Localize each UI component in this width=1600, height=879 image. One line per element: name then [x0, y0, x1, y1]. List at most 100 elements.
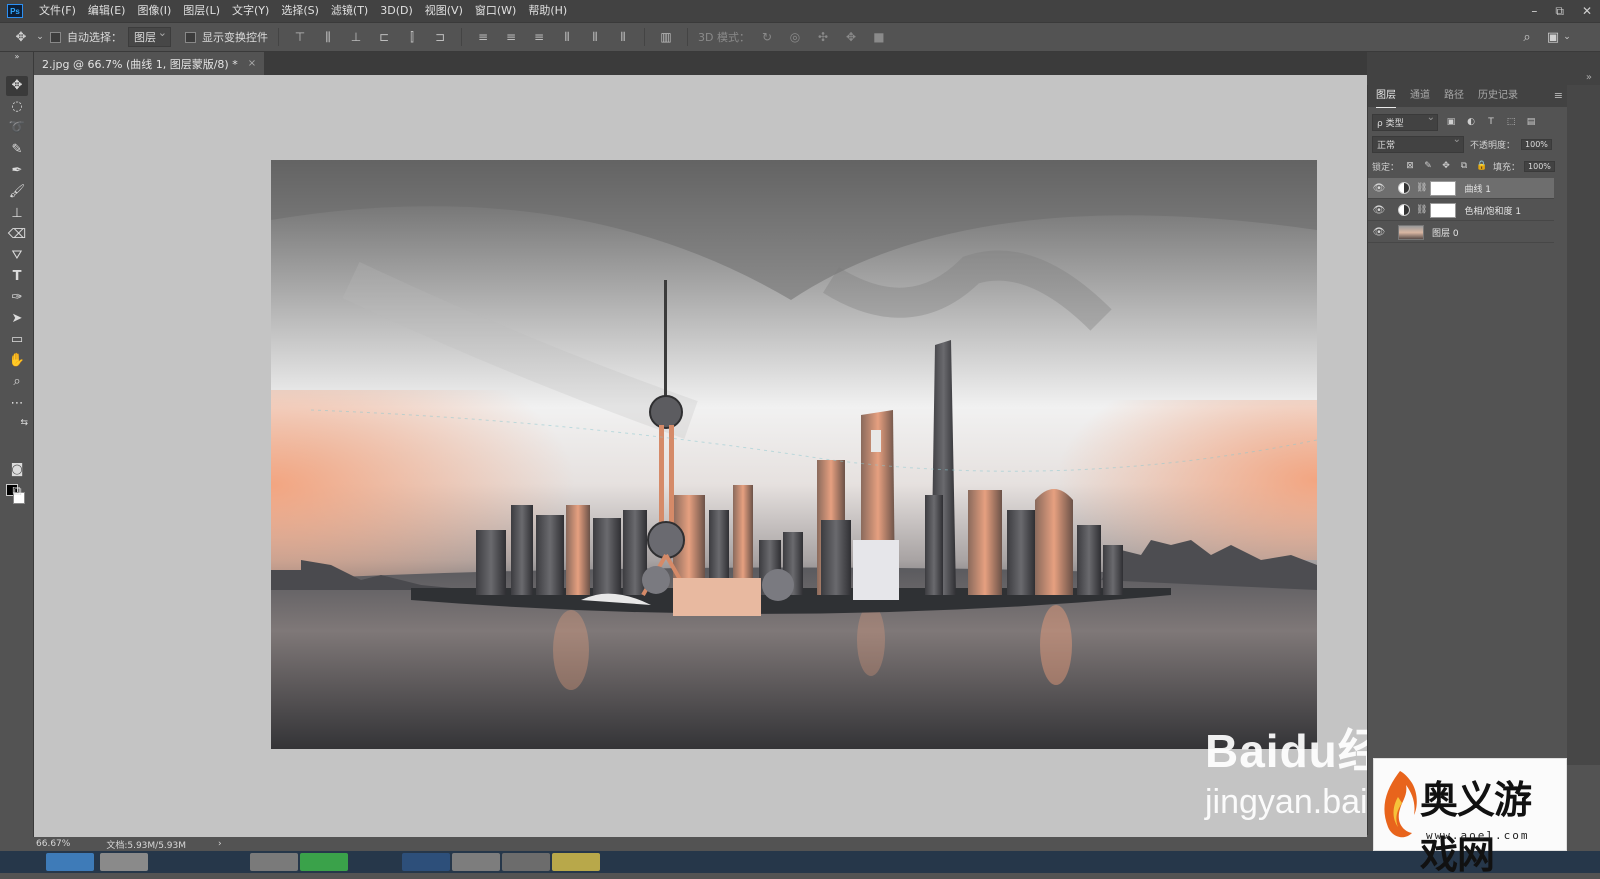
taskbar-item[interactable]: [402, 853, 450, 871]
taskbar-item[interactable]: [250, 853, 298, 871]
layer-name[interactable]: 色相/饱和度 1: [1464, 204, 1521, 217]
lock-all-icon[interactable]: 🔒: [1475, 161, 1489, 171]
menu-3d[interactable]: 3D(D): [374, 0, 419, 22]
minimize-button[interactable]: –: [1531, 4, 1537, 18]
filter-shape-icon[interactable]: ⬚: [1504, 117, 1518, 127]
tab-layers[interactable]: 图层: [1376, 85, 1396, 108]
hand-tool-icon[interactable]: ✋: [6, 351, 28, 371]
marquee-tool-icon[interactable]: ◌: [6, 97, 28, 117]
menu-filter[interactable]: 滤镜(T): [325, 0, 374, 22]
lock-transparency-icon[interactable]: ⊠: [1403, 161, 1417, 171]
status-menu-arrow-icon[interactable]: ›: [218, 839, 222, 849]
document-tab[interactable]: 2.jpg @ 66.7% (曲线 1, 图层蒙版/8) * ×: [34, 52, 265, 75]
layer-row-hue-saturation[interactable]: 👁 ⛓ 色相/饱和度 1: [1368, 200, 1554, 221]
lock-position-icon[interactable]: ✥: [1439, 161, 1453, 171]
eyedropper-tool-icon[interactable]: ✒: [6, 161, 28, 181]
menu-layer[interactable]: 图层(L): [177, 0, 226, 22]
mask-link-icon[interactable]: ⛓: [1416, 183, 1427, 193]
taskbar-item[interactable]: [100, 853, 148, 871]
align-vcenter-icon[interactable]: ⫼: [317, 30, 339, 45]
zoom-level[interactable]: 66.67%: [36, 839, 70, 849]
tab-history[interactable]: 历史记录: [1478, 85, 1518, 107]
brush-tool-icon[interactable]: 🖌: [6, 182, 28, 202]
layer-kind-filter[interactable]: ρ 类型: [1372, 112, 1438, 131]
lock-pixels-icon[interactable]: ✎: [1421, 161, 1435, 171]
panel-menu-icon[interactable]: ≡: [1554, 89, 1563, 102]
taskbar-item[interactable]: [502, 853, 550, 871]
canvas-area[interactable]: [34, 75, 1367, 837]
filter-adjustment-icon[interactable]: ◐: [1464, 117, 1478, 127]
stamp-tool-icon[interactable]: ⊥: [6, 204, 28, 224]
drag-3d-icon[interactable]: ✣: [812, 30, 834, 44]
more-tools-icon[interactable]: ⋯: [6, 394, 28, 414]
tab-paths[interactable]: 路径: [1444, 85, 1464, 107]
taskbar-item[interactable]: [46, 853, 94, 871]
eraser-tool-icon[interactable]: ⌫: [6, 225, 28, 245]
layer-mask-thumbnail[interactable]: [1430, 202, 1457, 218]
menu-help[interactable]: 帮助(H): [522, 0, 573, 22]
blend-mode-dropdown[interactable]: 正常: [1372, 134, 1464, 153]
menu-view[interactable]: 视图(V): [419, 0, 469, 22]
paint-bucket-tool-icon[interactable]: ⛛: [6, 246, 28, 266]
mask-link-icon[interactable]: ⛓: [1416, 205, 1427, 215]
layer-name[interactable]: 曲线 1: [1464, 182, 1491, 195]
screen-mode-icon[interactable]: ⧉: [6, 482, 28, 502]
filter-smart-object-icon[interactable]: ▤: [1524, 117, 1538, 127]
move-tool-icon[interactable]: ✥: [12, 30, 30, 45]
workspace-chevron-icon[interactable]: ⌄: [1558, 32, 1576, 42]
visibility-eye-icon[interactable]: 👁: [1368, 227, 1390, 238]
menu-edit[interactable]: 编辑(E): [82, 0, 132, 22]
lock-artboard-icon[interactable]: ⧉: [1457, 161, 1471, 171]
layer-row-layer-0[interactable]: 👁 图层 0: [1368, 222, 1554, 243]
auto-align-icon[interactable]: ▥: [655, 30, 677, 44]
slide-3d-icon[interactable]: ✥: [840, 30, 862, 44]
quick-mask-icon[interactable]: ◙: [6, 460, 28, 480]
show-transform-checkbox[interactable]: [185, 31, 196, 43]
zoom-tool-icon[interactable]: ⌕: [6, 372, 28, 392]
filter-type-icon[interactable]: T: [1484, 117, 1498, 127]
visibility-eye-icon[interactable]: 👁: [1368, 183, 1390, 194]
distribute-left-icon[interactable]: ⦀: [556, 30, 578, 45]
quick-select-tool-icon[interactable]: ✎: [6, 140, 28, 160]
distribute-bottom-icon[interactable]: ≡: [528, 30, 550, 44]
align-bottom-icon[interactable]: ⊥: [345, 30, 367, 44]
opacity-input[interactable]: 100%: [1521, 138, 1552, 150]
align-hcenter-icon[interactable]: ⫿: [401, 30, 423, 45]
swap-colors-icon[interactable]: ⇆: [6, 416, 28, 430]
close-window-button[interactable]: ✕: [1582, 4, 1592, 18]
layer-name[interactable]: 图层 0: [1432, 226, 1459, 239]
align-top-icon[interactable]: ⊤: [289, 30, 311, 44]
distribute-top-icon[interactable]: ≡: [472, 30, 494, 44]
pen-tool-icon[interactable]: ✑: [6, 288, 28, 308]
lasso-tool-icon[interactable]: ➰: [6, 118, 28, 138]
scale-3d-icon[interactable]: ■: [868, 30, 890, 44]
menu-image[interactable]: 图像(I): [131, 0, 177, 22]
distribute-right-icon[interactable]: ⦀: [612, 30, 634, 45]
taskbar-item[interactable]: [300, 853, 348, 871]
filter-pixel-icon[interactable]: ▣: [1444, 117, 1458, 127]
restore-button[interactable]: ⧉: [1555, 4, 1564, 19]
path-select-tool-icon[interactable]: ➤: [6, 309, 28, 329]
fill-input[interactable]: 100%: [1524, 160, 1555, 172]
visibility-eye-icon[interactable]: 👁: [1368, 205, 1390, 216]
taskbar-item[interactable]: [552, 853, 600, 871]
roll-3d-icon[interactable]: ◎: [784, 30, 806, 44]
menu-select[interactable]: 选择(S): [275, 0, 325, 22]
search-icon[interactable]: ⌕: [1518, 30, 1536, 45]
move-tool-icon[interactable]: ✥: [6, 76, 28, 96]
layer-row-curves[interactable]: 👁 ⛓ 曲线 1: [1368, 178, 1554, 199]
align-left-icon[interactable]: ⊏: [373, 30, 395, 44]
tab-channels[interactable]: 通道: [1410, 85, 1430, 107]
distribute-hcenter-icon[interactable]: ⦀: [584, 30, 606, 45]
align-right-icon[interactable]: ⊐: [429, 30, 451, 44]
auto-select-checkbox[interactable]: [50, 31, 61, 43]
type-tool-icon[interactable]: T: [6, 267, 28, 287]
distribute-vcenter-icon[interactable]: ≡: [500, 30, 522, 44]
menu-type[interactable]: 文字(Y): [226, 0, 275, 22]
close-tab-icon[interactable]: ×: [248, 58, 256, 69]
auto-select-dropdown[interactable]: 图层: [128, 26, 171, 47]
tool-preset-chevron-icon[interactable]: ⌄: [36, 32, 44, 42]
shape-tool-icon[interactable]: ▭: [6, 330, 28, 350]
toolbar-collapse-icon[interactable]: »: [6, 52, 28, 62]
menu-file[interactable]: 文件(F): [33, 0, 82, 22]
